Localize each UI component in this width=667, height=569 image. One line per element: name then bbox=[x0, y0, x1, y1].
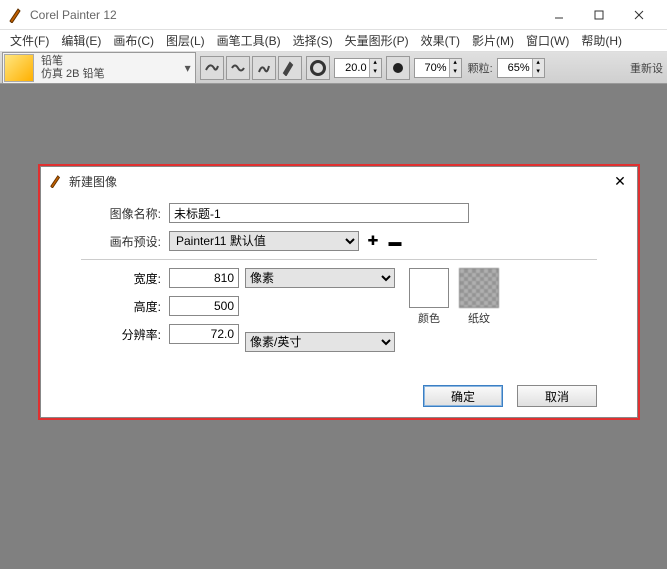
brush-opacity-input[interactable]: 70% ▴▾ bbox=[414, 58, 462, 78]
menu-vector[interactable]: 矢量图形(P) bbox=[339, 30, 415, 51]
resolution-label: 分辨率: bbox=[81, 326, 169, 343]
spin-down-icon[interactable]: ▾ bbox=[369, 68, 381, 77]
brush-size-input[interactable]: 20.0 ▴▾ bbox=[334, 58, 382, 78]
divider bbox=[81, 259, 597, 260]
spin-up-icon[interactable]: ▴ bbox=[532, 59, 544, 68]
dialog-close-button[interactable]: ✕ bbox=[611, 172, 629, 190]
spin-up-icon[interactable]: ▴ bbox=[449, 59, 461, 68]
menu-movie[interactable]: 影片(M) bbox=[466, 30, 520, 51]
paper-texture-label: 纸纹 bbox=[468, 310, 490, 326]
height-input[interactable] bbox=[169, 296, 239, 316]
window-close-button[interactable] bbox=[619, 1, 659, 29]
ok-button[interactable]: 确定 bbox=[423, 385, 503, 407]
canvas-preset-select[interactable]: Painter11 默认值 bbox=[169, 231, 359, 251]
menu-file[interactable]: 文件(F) bbox=[4, 30, 55, 51]
menu-select[interactable]: 选择(S) bbox=[287, 30, 339, 51]
remove-preset-button[interactable]: ▬ bbox=[387, 233, 403, 249]
size-preview-icon[interactable] bbox=[306, 56, 330, 80]
chevron-down-icon[interactable]: ▾ bbox=[181, 61, 195, 75]
height-label: 高度: bbox=[81, 298, 169, 315]
add-preset-button[interactable]: ✚ bbox=[365, 233, 381, 249]
dimension-unit-select[interactable]: 像素 bbox=[245, 268, 395, 288]
menu-help[interactable]: 帮助(H) bbox=[575, 30, 628, 51]
menu-canvas[interactable]: 画布(C) bbox=[107, 30, 160, 51]
brush-category: 铅笔 bbox=[41, 55, 105, 68]
app-icon bbox=[8, 7, 24, 23]
dialog-title: 新建图像 bbox=[69, 173, 611, 190]
tool-icon-3[interactable] bbox=[252, 56, 276, 80]
canvas-preset-label: 画布预设: bbox=[81, 233, 169, 250]
brush-variant: 仿真 2B 铅笔 bbox=[41, 68, 105, 81]
image-name-label: 图像名称: bbox=[81, 205, 169, 222]
brush-grain-value: 65% bbox=[498, 62, 532, 74]
menu-effect[interactable]: 效果(T) bbox=[415, 30, 466, 51]
property-bar: 铅笔 仿真 2B 铅笔 ▾ 20.0 ▴▾ 70% ▴▾ 颗粒: 65% ▴▾ … bbox=[0, 52, 667, 84]
tool-icon-2[interactable] bbox=[226, 56, 250, 80]
tool-icon-1[interactable] bbox=[200, 56, 224, 80]
menu-bar: 文件(F) 编辑(E) 画布(C) 图层(L) 画笔工具(B) 选择(S) 矢量… bbox=[0, 30, 667, 52]
menu-window[interactable]: 窗口(W) bbox=[520, 30, 575, 51]
menu-brush[interactable]: 画笔工具(B) bbox=[211, 30, 287, 51]
menu-edit[interactable]: 编辑(E) bbox=[55, 30, 107, 51]
brush-opacity-value: 70% bbox=[415, 62, 449, 74]
dialog-icon bbox=[49, 174, 63, 188]
cancel-button[interactable]: 取消 bbox=[517, 385, 597, 407]
new-image-dialog: 新建图像 ✕ 图像名称: 画布预设: Painter11 默认值 ✚ ▬ 宽度: bbox=[38, 164, 640, 420]
width-label: 宽度: bbox=[81, 270, 169, 287]
brush-icon bbox=[4, 54, 34, 82]
paper-texture-swatch[interactable] bbox=[459, 268, 499, 308]
brush-selector[interactable]: 铅笔 仿真 2B 铅笔 ▾ bbox=[2, 52, 196, 84]
spin-up-icon[interactable]: ▴ bbox=[369, 59, 381, 68]
app-title: Corel Painter 12 bbox=[30, 8, 539, 22]
spin-down-icon[interactable]: ▾ bbox=[532, 68, 544, 77]
brush-grain-input[interactable]: 65% ▴▾ bbox=[497, 58, 545, 78]
image-name-input[interactable] bbox=[169, 203, 469, 223]
paper-color-label: 颜色 bbox=[418, 310, 440, 326]
grain-label: 颗粒: bbox=[468, 60, 493, 76]
brush-size-value: 20.0 bbox=[335, 62, 369, 74]
spin-down-icon[interactable]: ▾ bbox=[449, 68, 461, 77]
window-maximize-button[interactable] bbox=[579, 1, 619, 29]
window-titlebar: Corel Painter 12 bbox=[0, 0, 667, 30]
menu-layer[interactable]: 图层(L) bbox=[160, 30, 211, 51]
resolution-input[interactable] bbox=[169, 324, 239, 344]
paper-color-swatch[interactable] bbox=[409, 268, 449, 308]
opacity-preview-icon[interactable] bbox=[386, 56, 410, 80]
dialog-titlebar: 新建图像 ✕ bbox=[41, 167, 637, 195]
window-minimize-button[interactable] bbox=[539, 1, 579, 29]
width-input[interactable] bbox=[169, 268, 239, 288]
resolution-unit-select[interactable]: 像素/英寸 bbox=[245, 332, 395, 352]
tool-icon-4[interactable] bbox=[278, 56, 302, 80]
reset-label[interactable]: 重新设 bbox=[630, 60, 667, 76]
